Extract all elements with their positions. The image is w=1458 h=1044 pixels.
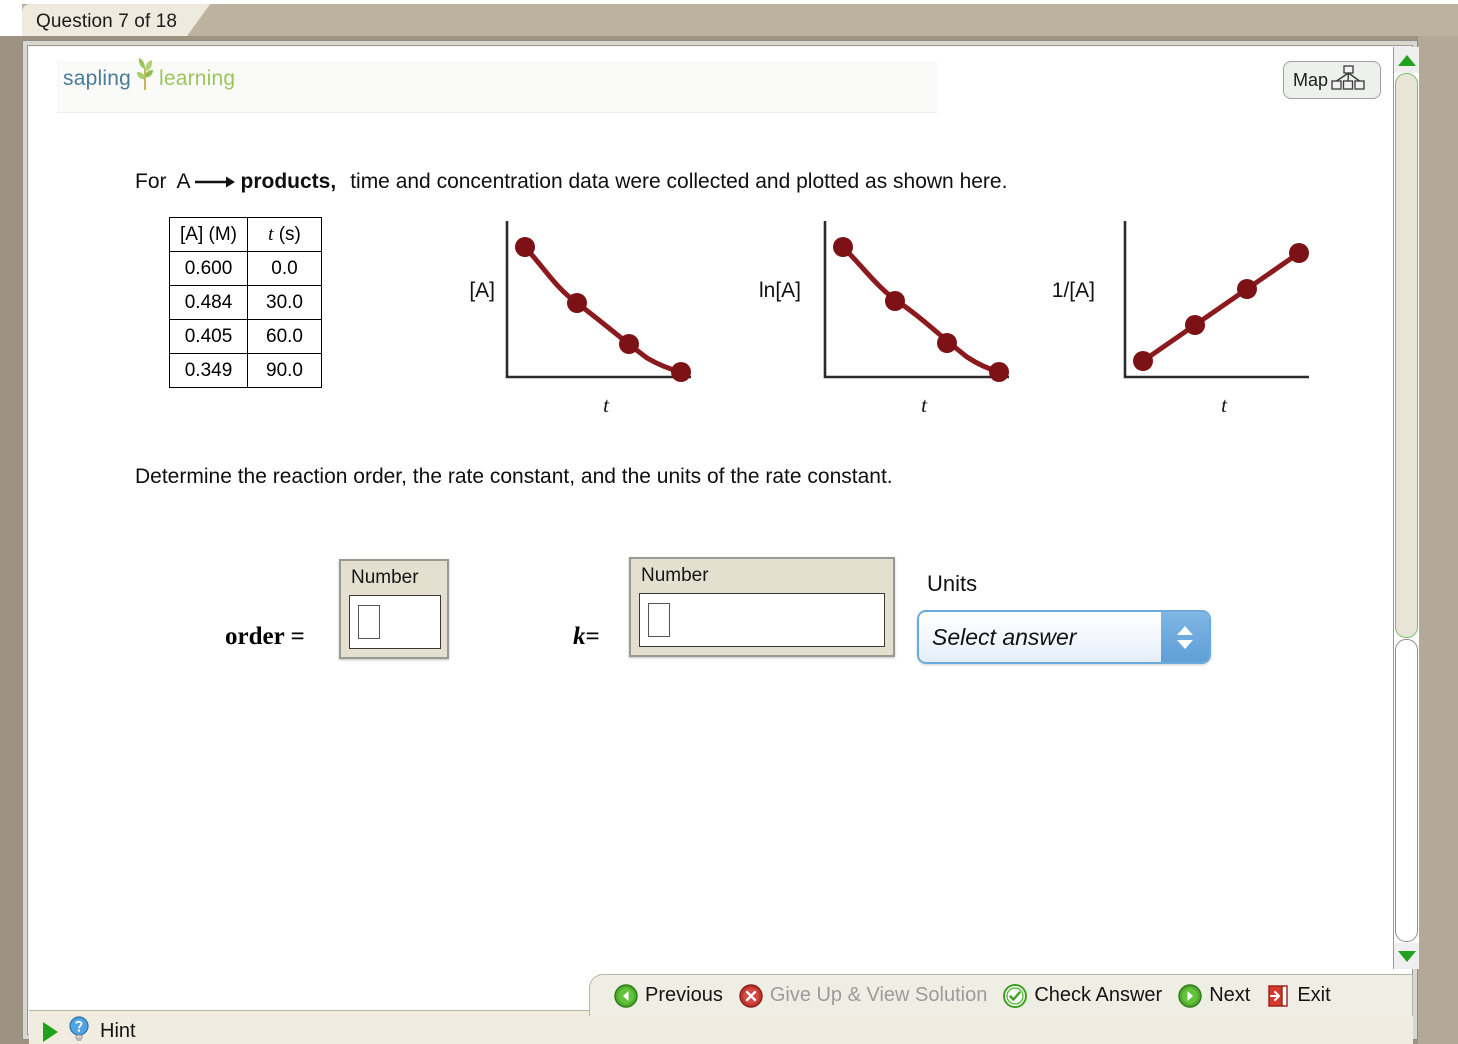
expand-arrow-icon[interactable]	[43, 1021, 58, 1042]
check-answer-label: Check Answer	[1034, 984, 1163, 1006]
window-background-right	[1418, 36, 1458, 1044]
table-header-concentration: [A] (M)	[169, 217, 248, 252]
chevron-up-icon[interactable]	[1177, 625, 1193, 635]
tab-label: Question 7 of 18	[36, 11, 178, 32]
question-content-area: sapling learning Map For A products, tim…	[29, 47, 1391, 969]
chevron-down-icon[interactable]	[1177, 639, 1193, 649]
plot-inverse-concentration-vs-time: 1/[A] t	[1052, 217, 1329, 417]
map-button-label: Map	[1293, 69, 1329, 90]
table-row: 0.405 60.0	[169, 319, 322, 354]
tab-question-7-of-18[interactable]: Question 7 of 18	[22, 4, 212, 40]
units-label: Units	[927, 571, 978, 596]
navigation-bar: Previous Give Up & View Solution Check A…	[589, 974, 1413, 1016]
plot-1-canvas	[505, 221, 691, 382]
units-select-spinner[interactable]	[1161, 612, 1209, 662]
plot-2-y-axis-label: ln[A]	[758, 279, 801, 302]
tab-strip-background	[22, 4, 1458, 40]
plot-1-y-axis-label: [A]	[469, 279, 495, 302]
units-select-value: Select answer	[932, 623, 1077, 650]
scroll-down-button[interactable]	[1394, 943, 1419, 969]
plot-1-x-axis-label: t	[603, 393, 609, 417]
arrow-right-circle-icon	[1178, 983, 1202, 1008]
cell-concentration: 0.484	[169, 285, 248, 320]
cancel-circle-icon	[739, 983, 763, 1008]
order-answer-widget[interactable]: Number	[339, 559, 449, 659]
plot-ln-concentration-vs-time: ln[A] t	[759, 217, 1029, 417]
cell-concentration: 0.349	[169, 353, 248, 388]
give-up-label: Give Up & View Solution	[769, 984, 988, 1006]
cell-time: 0.0	[247, 251, 322, 286]
cell-concentration: 0.600	[169, 251, 248, 286]
table-row: 0.484 30.0	[169, 285, 322, 320]
plot-3-y-axis-label: 1/[A]	[1051, 279, 1095, 302]
concentration-time-table: [A] (M) t (s) 0.600 0.0 0.484 30.0 0.405…	[169, 217, 322, 388]
rate-constant-equals-label: k=	[573, 623, 600, 651]
next-label: Next	[1209, 984, 1251, 1006]
scrollbar-lower-track[interactable]	[1395, 639, 1418, 942]
rate-constant-input[interactable]	[639, 593, 885, 647]
question-line-1-rest: time and concentration data were collect…	[350, 170, 1008, 193]
quiz-panel-frame: sapling learning Map For A products, tim…	[22, 40, 1419, 1044]
sapling-plant-icon	[132, 57, 158, 91]
cell-time: 30.0	[247, 285, 322, 320]
give-up-button[interactable]: Give Up & View Solution	[739, 983, 988, 1008]
scrollbar-thumb[interactable]	[1395, 73, 1418, 638]
plot-3-canvas	[1123, 221, 1309, 379]
plot-2-canvas	[823, 221, 1009, 382]
next-button[interactable]: Next	[1178, 983, 1251, 1008]
tab-strip: Question 7 of 18	[0, 0, 1458, 40]
products-label: products,	[240, 170, 337, 193]
order-input-caret	[358, 605, 380, 639]
table-row: 0.349 90.0	[169, 353, 322, 388]
question-for-word: For	[135, 170, 167, 193]
plot-concentration-vs-time: [A] t	[469, 217, 711, 417]
scroll-up-button[interactable]	[1394, 47, 1419, 73]
rate-constant-input-caret	[648, 603, 670, 637]
units-select[interactable]: Select answer	[917, 610, 1211, 664]
rate-constant-symbol: k	[573, 623, 586, 650]
brand-word-sapling: sapling	[63, 67, 131, 90]
previous-button[interactable]: Previous	[614, 983, 723, 1008]
check-circle-icon	[1003, 983, 1028, 1008]
order-equals-label: order =	[225, 623, 305, 650]
table-header-row: [A] (M) t (s)	[169, 217, 322, 252]
reaction-arrow-icon	[194, 170, 237, 188]
plot-3-x-axis-label: t	[1221, 393, 1227, 417]
rate-constant-answer-widget[interactable]: Number	[629, 557, 895, 657]
order-input[interactable]	[349, 595, 441, 649]
triangle-down-icon	[1397, 950, 1416, 962]
previous-label: Previous	[645, 984, 723, 1006]
map-button[interactable]: Map	[1283, 61, 1381, 99]
tab-slant-edge	[186, 4, 212, 40]
arrow-left-circle-icon	[614, 983, 638, 1008]
question-statement-line-2: Determine the reaction order, the rate c…	[135, 465, 893, 488]
quiz-panel-inner: sapling learning Map For A products, tim…	[27, 45, 1419, 1044]
bottom-area: Hint Previous Give Up & View Solution Ch…	[29, 970, 1413, 1044]
exit-door-icon	[1266, 984, 1290, 1008]
cell-concentration: 0.405	[169, 319, 248, 354]
vertical-scrollbar[interactable]	[1393, 47, 1419, 969]
site-map-icon	[1331, 64, 1365, 96]
quiz-window: Question 7 of 18 sapling learning Map Fo…	[0, 0, 1458, 1044]
cell-time: 90.0	[247, 353, 322, 388]
scrollbar-track[interactable]	[1394, 73, 1419, 943]
plot-2-x-axis-label: t	[921, 393, 927, 417]
check-answer-button[interactable]: Check Answer	[1003, 983, 1163, 1008]
rate-constant-equals-sign: =	[585, 623, 600, 650]
table-row: 0.600 0.0	[169, 251, 322, 286]
sapling-learning-logo: sapling learning	[63, 57, 236, 91]
hint-label: Hint	[100, 1020, 136, 1042]
lightbulb-icon	[67, 1016, 91, 1044]
question-statement-line-1: For A products, time and concentration d…	[135, 170, 1007, 194]
exit-button[interactable]: Exit	[1266, 984, 1331, 1008]
exit-label: Exit	[1297, 984, 1331, 1006]
rate-constant-field-caption: Number	[641, 565, 709, 586]
cell-time: 60.0	[247, 319, 322, 354]
brand-word-learning: learning	[158, 67, 236, 90]
table-header-time: t (s)	[247, 217, 322, 252]
reactant-label: A	[176, 170, 191, 193]
order-field-caption: Number	[351, 567, 419, 588]
triangle-up-icon	[1397, 54, 1416, 66]
